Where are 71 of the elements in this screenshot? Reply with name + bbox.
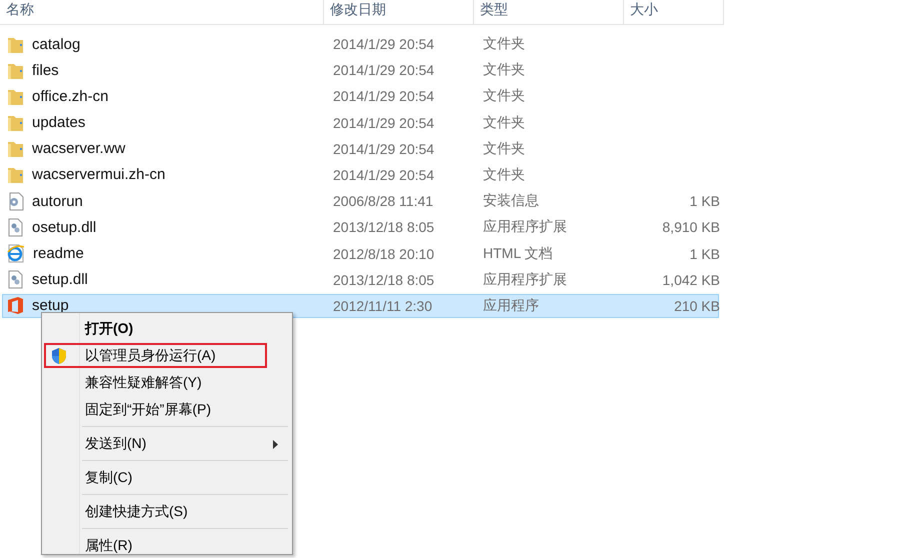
column-header[interactable]: 大小 xyxy=(624,0,724,24)
file-row[interactable]: wacserver.ww 2014/1/29 20:54 文件夹 xyxy=(2,136,719,161)
date-cell-text: 2013/12/18 8:05 xyxy=(332,219,436,236)
type-cell-text: 文件夹 xyxy=(482,61,526,80)
column-header[interactable]: 名称 xyxy=(0,0,324,24)
menu-item[interactable]: 属性(R) xyxy=(44,532,290,558)
size-cell-text: 1 KB xyxy=(688,246,720,262)
menu-item[interactable]: 创建快捷方式(S) xyxy=(44,498,290,525)
date-cell-text: 2012/11/11 2:30 xyxy=(332,298,434,314)
menu-item[interactable]: 复制(C) xyxy=(44,464,290,491)
office-icon xyxy=(7,296,24,316)
file-name: office.zh-cn xyxy=(32,88,108,105)
folder-icon xyxy=(7,139,24,158)
file-name: wacserver.ww xyxy=(32,140,126,158)
type-cell-text: 安装信息 xyxy=(482,192,540,210)
file-row[interactable]: setup.dll 2013/12/18 8:05 应用程序扩展 1,042 KB xyxy=(2,268,719,292)
menu-item[interactable]: 固定到“开始”屏幕(P) xyxy=(44,396,290,423)
column-header[interactable]: 修改日期 xyxy=(324,0,474,24)
date-cell-text: 2014/1/29 20:54 xyxy=(332,166,436,183)
date-cell-text: 2006/8/28 11:41 xyxy=(332,193,434,210)
submenu-arrow-icon xyxy=(273,440,278,449)
file-name: catalog xyxy=(32,36,80,52)
file-row[interactable]: updates 2014/1/29 20:54 文件夹 xyxy=(2,110,719,135)
file-row[interactable]: readme 2012/8/18 20:10 HTML 文档 1 KB xyxy=(2,242,719,266)
file-row[interactable]: files 2014/1/29 20:54 文件夹 xyxy=(2,58,719,82)
menu-item[interactable]: 兼容性疑难解答(Y) xyxy=(44,369,290,396)
file-name: setup.dll xyxy=(32,271,88,288)
shield-icon xyxy=(50,347,68,365)
file-name: setup xyxy=(32,297,69,314)
size-cell-text: 210 KB xyxy=(673,298,720,314)
date-cell-text: 2014/1/29 20:54 xyxy=(332,140,436,157)
gear-file-icon xyxy=(7,218,24,237)
file-name: autorun xyxy=(32,192,83,210)
type-cell-text: 应用程序 xyxy=(482,296,540,315)
date-cell-text: 2014/1/29 20:54 xyxy=(332,114,436,131)
file-row[interactable]: setup 2012/11/11 2:30 应用程序 210 KB xyxy=(2,294,719,318)
type-cell-text: 文件夹 xyxy=(482,114,526,132)
date-cell-text: 2013/12/18 8:05 xyxy=(332,272,436,288)
date-cell-text: 2014/1/29 20:54 xyxy=(332,88,436,104)
type-cell-text: 应用程序扩展 xyxy=(482,218,568,236)
menu-item[interactable]: 以管理员身份运行(A) xyxy=(44,342,290,369)
size-cell-text: 1,042 KB xyxy=(661,272,720,288)
file-row[interactable]: office.zh-cn 2014/1/29 20:54 文件夹 xyxy=(2,84,719,108)
file-name: updates xyxy=(32,114,86,132)
file-row[interactable]: autorun 2006/8/28 11:41 安装信息 1 KB xyxy=(2,189,719,214)
date-cell-text: 2014/1/29 20:54 xyxy=(332,36,436,52)
column-header[interactable]: 类型 xyxy=(474,0,624,24)
file-name: files xyxy=(32,62,59,79)
folder-icon xyxy=(7,165,24,184)
size-cell-text: 1 KB xyxy=(688,193,720,210)
type-cell-text: 文件夹 xyxy=(482,87,526,106)
type-cell-text: 应用程序扩展 xyxy=(482,270,568,289)
gear-file-icon xyxy=(7,270,24,290)
folder-icon xyxy=(7,113,24,132)
date-cell-text: 2012/8/18 20:10 xyxy=(332,246,436,262)
browser-e-icon xyxy=(7,244,25,263)
file-row[interactable]: catalog 2014/1/29 20:54 文件夹 xyxy=(2,32,719,56)
date-cell-text: 2014/1/29 20:54 xyxy=(332,62,436,78)
size-cell-text: 8,910 KB xyxy=(661,219,720,236)
file-name: wacservermui.zh-cn xyxy=(32,166,166,184)
type-cell-text: 文件夹 xyxy=(482,166,526,184)
file-name: osetup.dll xyxy=(32,218,96,236)
menu-item[interactable]: 打开(O) xyxy=(44,315,290,342)
settings-file-icon xyxy=(7,192,24,211)
type-cell-text: 文件夹 xyxy=(482,35,526,53)
file-name: readme xyxy=(33,245,84,262)
type-cell-text: 文件夹 xyxy=(482,140,526,158)
file-row[interactable]: wacservermui.zh-cn 2014/1/29 20:54 文件夹 xyxy=(2,162,719,187)
menu-item[interactable]: 发送到(N) xyxy=(44,430,290,457)
type-cell-text: HTML 文档 xyxy=(482,244,554,262)
file-row[interactable]: osetup.dll 2013/12/18 8:05 应用程序扩展 8,910 KB xyxy=(2,215,719,240)
